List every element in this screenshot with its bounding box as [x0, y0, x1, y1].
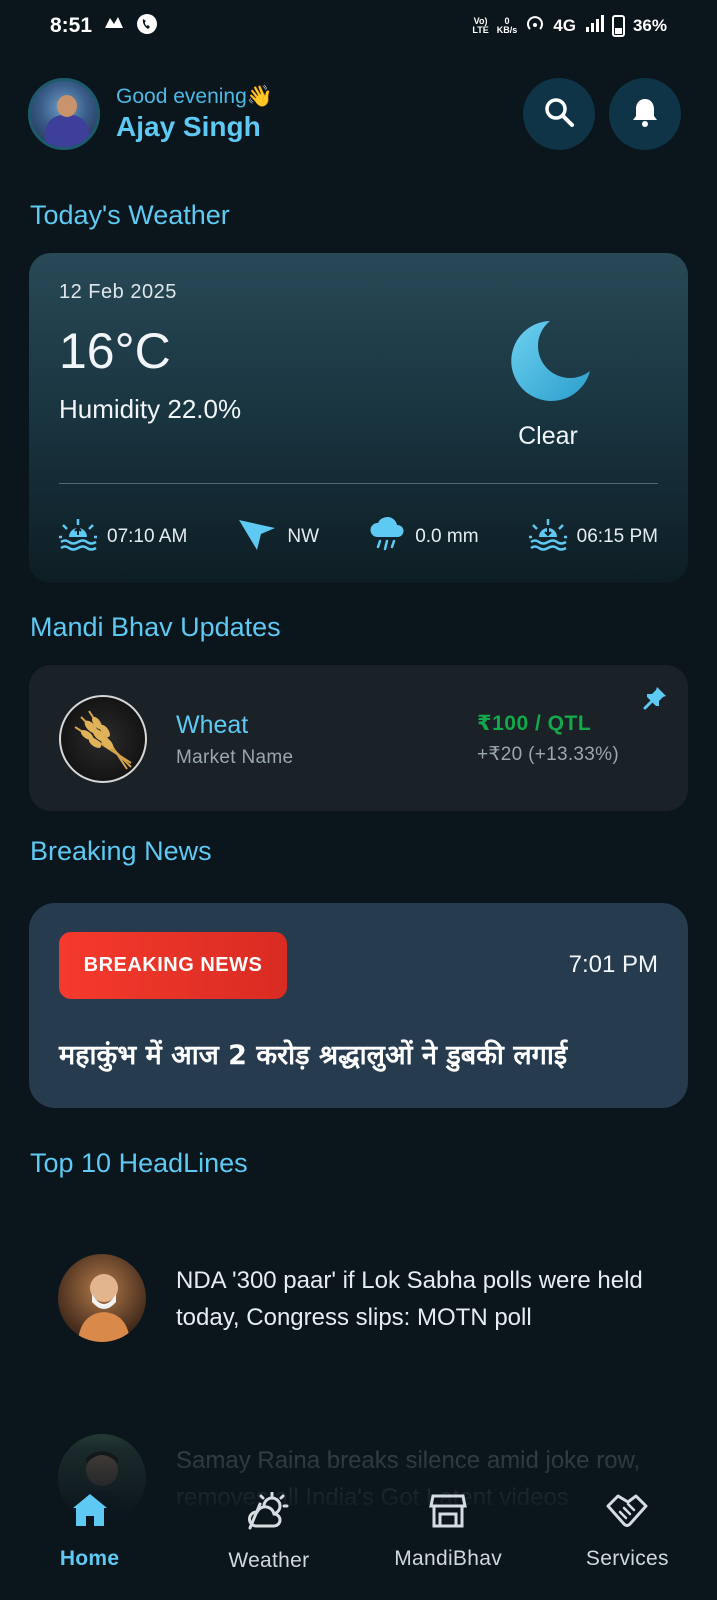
- data-speed-indicator: 0 KB/s: [496, 16, 518, 35]
- network-type: 4G: [553, 16, 576, 35]
- store-icon: [429, 1492, 467, 1533]
- handshake-icon: [606, 1492, 648, 1533]
- pin-icon[interactable]: [642, 685, 668, 716]
- crop-name: Wheat: [176, 711, 249, 739]
- weather-date: 12 Feb 2025: [59, 281, 177, 303]
- headlines-section-title: Top 10 HeadLines: [30, 1148, 248, 1178]
- bell-icon: [628, 95, 662, 134]
- breaking-news-badge: BREAKING NEWS: [59, 932, 287, 999]
- wind-direction-icon: [237, 516, 277, 558]
- notification-app-icon: [102, 14, 126, 39]
- user-name: Ajay Singh: [116, 111, 261, 142]
- rain-cloud-icon: [369, 515, 405, 559]
- breaking-news-headline: महाकुंभ में आज 2 करोड़ श्रद्धालुओं ने डु…: [59, 1040, 568, 1071]
- weather-partly-cloudy-icon: [247, 1491, 290, 1535]
- battery-percent: 36%: [632, 16, 667, 35]
- bottom-navigation: Home Weather MandiBhav Services: [0, 1460, 717, 1600]
- greeting-text: Good evening👋: [116, 85, 273, 108]
- sunset-icon: [528, 517, 567, 557]
- status-bar: 8:51 Vo) LTE 0 KB/s 4G 36%: [0, 0, 717, 52]
- weather-condition: Clear: [518, 422, 578, 450]
- wheat-image: [59, 695, 147, 783]
- headline-thumbnail: [58, 1254, 146, 1342]
- sunset-stat: 06:15 PM: [528, 517, 658, 557]
- volte-indicator: Vo) LTE: [472, 16, 489, 35]
- wind-stat: NW: [237, 516, 319, 558]
- moon-icon: [500, 321, 596, 413]
- search-icon: [542, 95, 576, 134]
- nav-weather[interactable]: Weather: [184, 1491, 354, 1573]
- sunrise-icon: [59, 517, 97, 557]
- mandi-section-title: Mandi Bhav Updates: [30, 612, 281, 642]
- price-change: +₹20 (+13.33%): [477, 744, 619, 765]
- market-name: Market Name: [176, 747, 294, 768]
- home-screen: 8:51 Vo) LTE 0 KB/s 4G 36% Good evening👋…: [0, 0, 717, 1600]
- avatar[interactable]: [28, 78, 100, 150]
- weather-section-title: Today's Weather: [30, 200, 230, 230]
- status-time: 8:51: [50, 14, 93, 37]
- header: Good evening👋 Ajay Singh: [28, 76, 681, 152]
- phone-app-icon: [136, 13, 158, 40]
- nav-home[interactable]: Home: [5, 1492, 175, 1571]
- weather-divider: [59, 483, 658, 484]
- breaking-news-card[interactable]: BREAKING NEWS 7:01 PM महाकुंभ में आज 2 क…: [29, 903, 688, 1108]
- sunrise-stat: 07:10 AM: [59, 517, 187, 557]
- breaking-news-time: 7:01 PM: [568, 951, 658, 978]
- nav-services[interactable]: Services: [542, 1492, 712, 1571]
- rain-stat: 0.0 mm: [369, 515, 479, 559]
- breaking-section-title: Breaking News: [30, 836, 212, 866]
- hotspot-icon: [525, 14, 545, 39]
- weather-card[interactable]: 12 Feb 2025 16°C Humidity 22.0% Clear 07…: [29, 253, 688, 583]
- notifications-button[interactable]: [609, 78, 681, 150]
- mandi-card[interactable]: Wheat Market Name ₹100 / QTL +₹20 (+13.3…: [29, 665, 688, 811]
- headline-text: NDA '300 paar' if Lok Sabha polls were h…: [176, 1267, 643, 1331]
- signal-icon: [584, 14, 604, 39]
- battery-icon: [611, 15, 625, 37]
- crop-price: ₹100 / QTL: [477, 712, 592, 735]
- home-icon: [71, 1492, 109, 1533]
- search-button[interactable]: [523, 78, 595, 150]
- nav-mandibhav[interactable]: MandiBhav: [363, 1492, 533, 1571]
